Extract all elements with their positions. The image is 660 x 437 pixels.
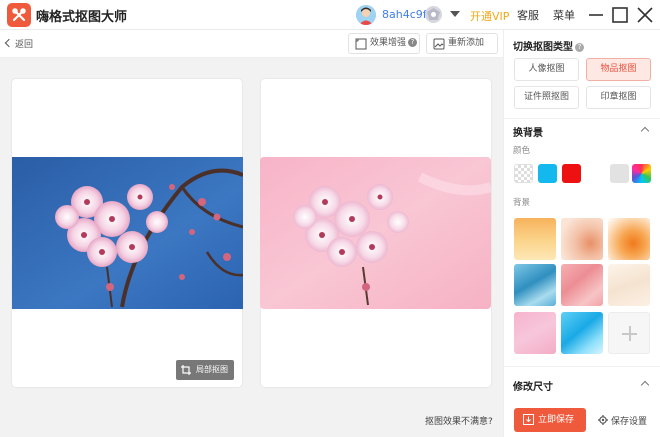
bg-thumb-peach[interactable] <box>561 218 603 260</box>
type-id-photo-button[interactable]: 证件照抠图 <box>514 86 579 109</box>
chevron-left-icon <box>4 38 14 48</box>
save-settings-button[interactable]: 保存设置 <box>598 414 647 427</box>
bg-thumb-sunset[interactable] <box>608 218 650 260</box>
close-icon[interactable] <box>634 4 656 26</box>
back-button[interactable]: 返回 <box>4 37 33 50</box>
avatar[interactable] <box>356 5 376 25</box>
gear-icon <box>598 415 608 425</box>
divider <box>504 366 660 367</box>
type-portrait-button[interactable]: 人像抠图 <box>514 58 579 81</box>
help-icon: ? <box>575 43 584 52</box>
result-photo <box>260 157 491 309</box>
app-title: 嗨格式抠图大师 <box>36 10 128 25</box>
bg-thumb-ocean[interactable] <box>514 264 556 306</box>
chevron-up-icon[interactable] <box>640 380 650 390</box>
color-swatch-transparent[interactable] <box>514 164 533 183</box>
download-icon <box>523 414 534 425</box>
color-swatch-gray[interactable] <box>610 164 629 183</box>
help-icon: ? <box>408 38 418 47</box>
customer-service-button[interactable]: 客服 <box>517 7 539 23</box>
open-vip-link[interactable]: 开通VIP <box>470 8 509 24</box>
color-label: 颜色 <box>513 146 531 156</box>
right-panel: 切换抠图类型? 人像抠图 物品抠图 证件照抠图 印章抠图 换背景 颜色 背景 修… <box>503 30 660 437</box>
original-photo <box>12 157 243 309</box>
color-swatch-blue[interactable] <box>538 164 557 183</box>
background-label: 背景 <box>513 198 531 208</box>
chevron-up-icon[interactable] <box>640 126 650 136</box>
maximize-icon[interactable] <box>609 4 631 26</box>
type-seal-button[interactable]: 印章抠图 <box>586 86 651 109</box>
cutout-type-title: 切换抠图类型? <box>513 38 584 53</box>
user-dropdown-icon[interactable] <box>450 11 460 17</box>
bg-thumb-orange[interactable] <box>514 218 556 260</box>
app-logo-icon <box>7 3 31 27</box>
readd-button[interactable]: 重新添加 <box>426 33 498 54</box>
local-cutout-button[interactable]: 局部抠图 <box>176 360 234 380</box>
color-swatch-red[interactable] <box>562 164 581 183</box>
username[interactable]: 8ah4c9f <box>382 8 427 21</box>
enhance-icon <box>355 38 367 50</box>
resize-title: 修改尺寸 <box>513 382 553 393</box>
bg-thumb-cream[interactable] <box>608 264 650 306</box>
image-add-icon <box>433 38 445 50</box>
add-background-button[interactable] <box>608 312 650 354</box>
color-swatch-white[interactable] <box>586 164 605 183</box>
save-now-button[interactable]: 立即保存 <box>514 408 586 432</box>
divider <box>504 118 660 119</box>
menu-button[interactable]: 菜单 <box>553 7 575 23</box>
color-picker-icon[interactable] <box>632 164 651 183</box>
member-badge-icon <box>425 6 442 23</box>
change-bg-title: 换背景 <box>513 128 543 139</box>
type-object-button[interactable]: 物品抠图 <box>586 58 651 81</box>
crop-icon <box>181 365 191 375</box>
not-satisfied-link[interactable]: 抠图效果不满意? <box>425 414 493 427</box>
minimize-icon[interactable] <box>585 4 607 26</box>
bg-thumb-sky[interactable] <box>561 312 603 354</box>
bg-thumb-coral[interactable] <box>561 264 603 306</box>
editor-toolbar: 返回 效果增强? 重新添加 <box>0 30 503 58</box>
enhance-effect-button[interactable]: 效果增强? <box>348 33 420 54</box>
title-bar: 嗨格式抠图大师 8ah4c9f 开通VIP 客服 菜单 <box>0 0 660 30</box>
bg-thumb-pink[interactable] <box>514 312 556 354</box>
